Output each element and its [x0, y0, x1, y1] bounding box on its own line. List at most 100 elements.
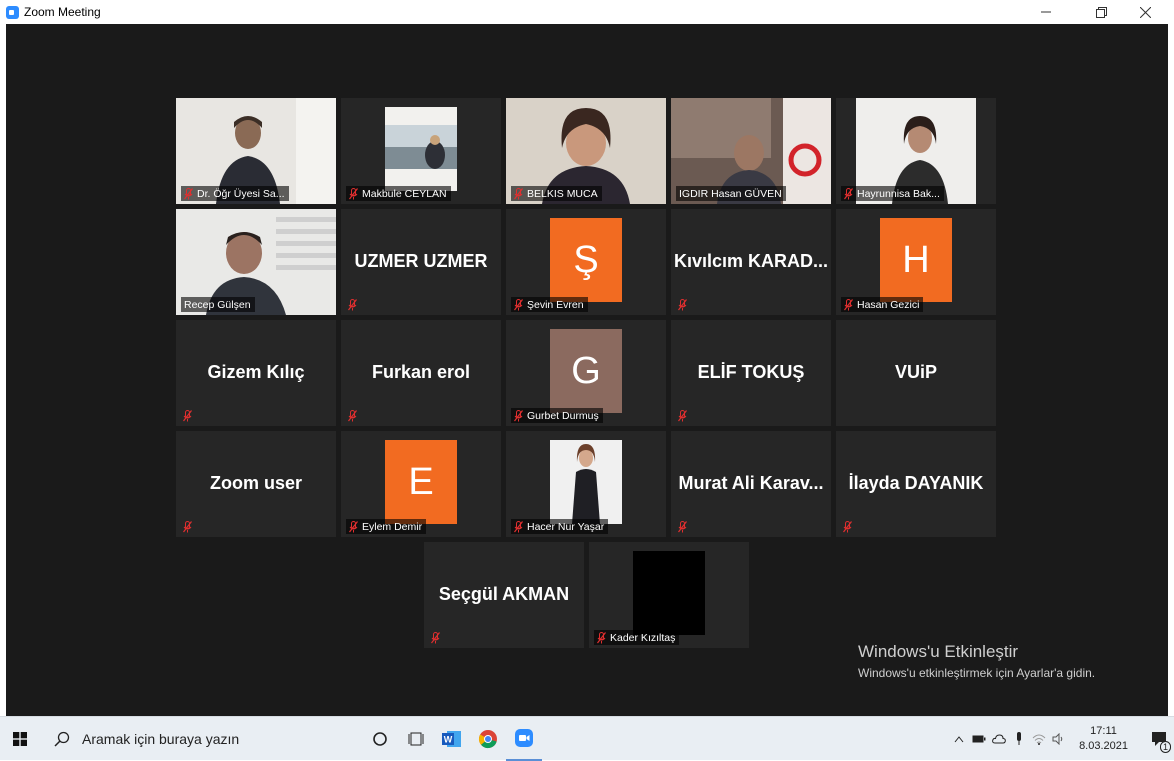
onedrive-tray-button[interactable]	[989, 717, 1009, 761]
participant-display-name: Furkan erol	[371, 362, 471, 382]
participant-tile[interactable]: IGDIR Hasan GÜVEN	[671, 98, 831, 204]
participant-name-label: Makbule CEYLAN	[346, 186, 451, 201]
participant-tile[interactable]: Seçgül AKMAN	[424, 542, 584, 648]
notification-count-badge: 1	[1159, 741, 1171, 753]
participant-tile[interactable]: Gizem Kılıç	[176, 320, 336, 426]
word-taskbar-button[interactable]: W	[434, 717, 470, 761]
muted-mic-icon	[844, 299, 853, 311]
speaker-icon	[1052, 733, 1063, 745]
participant-name-label: Hasan Gezici	[841, 297, 924, 312]
participant-display-name: Gizem Kılıç	[207, 362, 305, 382]
muted-mic-icon	[348, 409, 357, 422]
muted-mic-icon	[843, 520, 852, 533]
participant-display-name: VUiP	[894, 362, 937, 382]
close-icon	[1139, 6, 1151, 18]
participant-name-label: Dr. Öğr Üyesi Sa...	[181, 186, 289, 201]
participant-avatar: G	[550, 329, 622, 413]
participant-tile[interactable]: Murat Ali Karav...	[671, 431, 831, 537]
volume-tray-button[interactable]	[1049, 717, 1069, 761]
muted-mic-icon	[183, 520, 192, 533]
action-center-button[interactable]: 1	[1144, 717, 1174, 761]
muted-mic-icon	[349, 521, 358, 533]
chrome-icon	[478, 729, 497, 748]
participant-tile[interactable]: H Hasan Gezici	[836, 209, 996, 315]
participant-display-name: Kıvılcım KARAD...	[673, 251, 829, 271]
task-view-button[interactable]	[398, 717, 434, 761]
gallery-view: Dr. Öğr Üyesi Sa... Makbule CEYLAN BELKI…	[6, 24, 1168, 716]
participant-video	[550, 440, 622, 524]
system-tray: 17:11 8.03.2021 1	[949, 717, 1174, 761]
wifi-icon	[1032, 734, 1046, 745]
muted-mic-icon	[183, 409, 192, 422]
participant-name-label: Eylem Demir	[346, 519, 427, 534]
participant-name-label: Recep Gülşen	[181, 297, 255, 312]
participant-tile[interactable]: Ş Şevin Evren	[506, 209, 666, 315]
show-hidden-icons-button[interactable]	[949, 717, 969, 761]
participant-name-label: Şevin Evren	[511, 297, 588, 312]
muted-mic-icon	[348, 298, 357, 311]
participant-tile[interactable]: Kader Kızıltaş	[589, 542, 749, 648]
taskbar: Aramak için buraya yazın W 17:11 8.03.20…	[0, 716, 1174, 761]
participant-name-label: Gurbet Durmuş	[511, 408, 603, 423]
windows-activation-watermark: Windows'u Etkinleştir Windows'u etkinleş…	[858, 642, 1095, 680]
participant-tile[interactable]: G Gurbet Durmuş	[506, 320, 666, 426]
participant-tile[interactable]: Hayrunnisa Bak...	[836, 98, 996, 204]
participant-tile[interactable]: Dr. Öğr Üyesi Sa...	[176, 98, 336, 204]
participant-name-label: IGDIR Hasan GÜVEN	[676, 186, 786, 201]
participant-avatar: H	[880, 218, 952, 302]
minimize-button[interactable]	[1031, 0, 1061, 24]
windows-logo-icon	[13, 731, 27, 746]
participant-tile[interactable]: Hacer Nur Yaşar	[506, 431, 666, 537]
wifi-tray-button[interactable]	[1029, 717, 1049, 761]
zoom-app-icon	[6, 5, 19, 19]
participant-avatar: Ş	[550, 218, 622, 302]
participant-display-name: UZMER UZMER	[354, 251, 488, 271]
battery-icon	[972, 735, 986, 743]
search-placeholder: Aramak için buraya yazın	[82, 730, 240, 747]
close-button[interactable]	[1130, 0, 1160, 24]
watermark-title: Windows'u Etkinleştir	[858, 642, 1019, 661]
word-icon: W	[442, 730, 461, 747]
cloud-icon	[992, 734, 1006, 744]
participant-tile[interactable]: Furkan erol	[341, 320, 501, 426]
participant-tile[interactable]: Makbule CEYLAN	[341, 98, 501, 204]
participant-display-name: Zoom user	[209, 473, 302, 493]
watermark-subtitle: Windows'u etkinleştirmek için Ayarlar'a …	[858, 666, 1096, 680]
participant-tile[interactable]: Kıvılcım KARAD...	[671, 209, 831, 315]
participant-tile[interactable]: BELKIS MUCA	[506, 98, 666, 204]
muted-mic-icon	[678, 520, 687, 533]
muted-mic-icon	[844, 188, 853, 200]
muted-mic-icon	[431, 631, 440, 644]
muted-mic-icon	[514, 188, 523, 200]
chrome-taskbar-button[interactable]	[470, 717, 506, 761]
cortana-circle-icon	[373, 731, 387, 746]
minimize-icon	[1041, 11, 1051, 13]
muted-mic-icon	[514, 521, 523, 533]
participant-tile[interactable]: İlayda DAYANIK	[836, 431, 996, 537]
participant-display-name: ELİF TOKUŞ	[697, 362, 805, 382]
muted-mic-icon	[678, 409, 687, 422]
taskbar-clock[interactable]: 17:11 8.03.2021	[1079, 724, 1128, 754]
muted-mic-icon	[678, 298, 687, 311]
battery-tray-button[interactable]	[969, 717, 989, 761]
start-button[interactable]	[0, 717, 40, 761]
participant-tile[interactable]: UZMER UZMER	[341, 209, 501, 315]
svg-text:W: W	[444, 734, 453, 744]
participant-name-label: Hayrunnisa Bak...	[841, 186, 944, 201]
restore-button[interactable]	[1086, 0, 1116, 24]
taskbar-search-box[interactable]: Aramak için buraya yazın	[40, 717, 352, 761]
participant-tile[interactable]: ELİF TOKUŞ	[671, 320, 831, 426]
zoom-taskbar-button[interactable]	[506, 717, 542, 761]
participant-avatar: E	[385, 440, 457, 524]
cortana-button[interactable]	[362, 717, 398, 761]
participant-tile[interactable]: VUiP	[836, 320, 996, 426]
participant-avatar	[633, 551, 705, 635]
task-view-icon	[408, 732, 424, 745]
participant-tile-active-speaker[interactable]: Recep Gülşen	[176, 209, 336, 315]
participant-name-label: Kader Kızıltaş	[594, 630, 680, 645]
search-icon	[54, 731, 70, 747]
participant-tile[interactable]: Zoom user	[176, 431, 336, 537]
participant-tile[interactable]: E Eylem Demir	[341, 431, 501, 537]
microphone-tray-button[interactable]	[1009, 717, 1029, 761]
title-bar: Zoom Meeting	[0, 0, 1174, 24]
